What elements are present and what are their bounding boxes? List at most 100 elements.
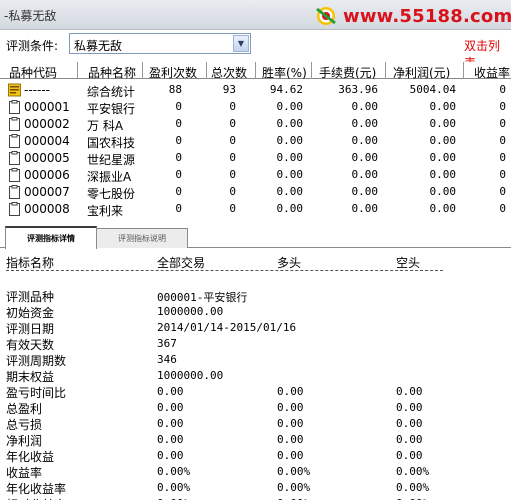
row-wins: 0	[175, 134, 182, 147]
report-label: 评测日期	[6, 322, 55, 336]
report-metric-long: 0.00%	[277, 465, 311, 478]
report-metric-short: 0.00	[396, 433, 423, 446]
col-rate[interactable]: 胜率(%)	[262, 64, 307, 81]
report-metric-long: 0.00	[277, 433, 304, 446]
row-fee: 0.00	[351, 168, 379, 181]
document-icon	[9, 134, 20, 148]
row-ret: 0	[499, 185, 506, 198]
row-wins: 0	[175, 168, 182, 181]
row-fee: 0.00	[351, 117, 379, 130]
row-ret: 0	[499, 117, 506, 130]
row-ret: 0	[499, 168, 506, 181]
col-fee[interactable]: 手续费(元)	[319, 64, 376, 81]
condition-label: 评测条件:	[6, 39, 59, 53]
row-rate: 0.00	[276, 117, 304, 130]
row-code: 000001	[24, 100, 70, 114]
col-code[interactable]: 品种代码	[9, 64, 57, 81]
row-total: 0	[229, 134, 236, 147]
report-metric-label: 相对收益率	[6, 496, 66, 500]
title-bar: -私募无敌 www.55188.com	[0, 0, 511, 30]
table-row[interactable]: 000004 国农科技 0 0 0.00 0.00 0.00 0	[0, 132, 511, 150]
condition-selected: 私募无敌	[74, 39, 123, 53]
report-metric-all: 0.00	[157, 385, 184, 398]
row-profit: 0.00	[429, 117, 457, 130]
document-icon	[9, 100, 20, 114]
report-metric-long: 0.00	[277, 385, 304, 398]
row-profit: 0.00	[429, 185, 457, 198]
row-code: 000002	[24, 117, 70, 131]
col-wins[interactable]: 盈利次数	[149, 64, 197, 81]
col-return[interactable]: 收益率	[474, 64, 510, 81]
row-fee: 0.00	[351, 134, 379, 147]
condition-bar: 评测条件: 私募无敌 ▼ 双击列表	[0, 30, 511, 70]
row-fee: 0.00	[351, 202, 379, 215]
row-ret: 0	[499, 151, 506, 164]
row-ret: 0	[499, 202, 506, 215]
report-value: 367	[157, 337, 177, 350]
report-metric-all: 0.00%	[157, 481, 191, 494]
report-value: 346	[157, 353, 177, 366]
report-metric-long: 0.00%	[277, 481, 311, 494]
table-row[interactable]: 000006 深振业A 0 0 0.00 0.00 0.00 0	[0, 166, 511, 184]
col-name[interactable]: 品种名称	[88, 64, 136, 81]
row-wins: 0	[175, 185, 182, 198]
table-row[interactable]: ------ 综合统计 88 93 94.62 363.96 5004.04 0	[0, 81, 511, 99]
report-metric-long: 0.00	[277, 449, 304, 462]
row-code: 000005	[24, 151, 70, 165]
row-profit: 5004.04	[409, 83, 456, 96]
table-row[interactable]: 000008 宝利来 0 0 0.00 0.00 0.00 0	[0, 200, 511, 218]
report-metric-label: 总亏损	[6, 418, 43, 432]
report-metric-short: 0.00	[396, 417, 423, 430]
row-profit: 0.00	[429, 134, 457, 147]
row-ret: 0	[499, 134, 506, 147]
tab-metric-explain[interactable]: 评测指标说明	[96, 228, 188, 248]
logo-icon	[316, 7, 336, 25]
condition-select[interactable]: 私募无敌 ▼	[69, 33, 251, 54]
row-fee: 363.96	[338, 83, 378, 96]
row-rate: 0.00	[276, 100, 304, 113]
row-total: 0	[229, 202, 236, 215]
report-value: 1000000.00	[157, 369, 224, 382]
col-profit[interactable]: 净利润(元)	[393, 64, 450, 81]
table-row[interactable]: 000007 零七股份 0 0 0.00 0.00 0.00 0	[0, 183, 511, 201]
report-value: 000001-平安银行	[157, 291, 248, 304]
table-row[interactable]: 000005 世纪星源 0 0 0.00 0.00 0.00 0	[0, 149, 511, 167]
report-metric-label: 净利润	[6, 434, 43, 448]
col-total[interactable]: 总次数	[211, 64, 247, 81]
table-row[interactable]: 000002 万 科A 0 0 0.00 0.00 0.00 0	[0, 115, 511, 133]
row-rate: 0.00	[276, 134, 304, 147]
report-col-name: 指标名称	[6, 256, 55, 270]
document-icon	[9, 168, 20, 182]
report-metric-label: 盈亏时间比	[6, 386, 67, 400]
row-total: 0	[229, 151, 236, 164]
table-header: 品种代码 品种名称 盈利次数 总次数 胜率(%) 手续费(元) 净利润(元) 收…	[0, 62, 511, 81]
report-metric-all: 0.00	[157, 433, 184, 446]
report-col-long: 多头	[277, 256, 302, 270]
report-metric-label: 收益率	[6, 466, 43, 480]
report-separator	[6, 270, 443, 271]
result-table: 品种代码 品种名称 盈利次数 总次数 胜率(%) 手续费(元) 净利润(元) 收…	[0, 62, 511, 218]
report-metric-all: 0.00	[157, 449, 184, 462]
tab-metric-details[interactable]: 评测指标详情	[5, 226, 97, 249]
row-rate: 94.62	[269, 83, 303, 96]
report-metric-short: 0.00	[396, 401, 423, 414]
row-total: 0	[229, 117, 236, 130]
row-code: ------	[24, 83, 50, 97]
row-rate: 0.00	[276, 168, 304, 181]
table-row[interactable]: 000001 平安银行 0 0 0.00 0.00 0.00 0	[0, 98, 511, 116]
brand-logo: www.55188.com	[314, 3, 511, 29]
row-fee: 0.00	[351, 185, 379, 198]
tab-bar: 评测指标详情 评测指标说明	[0, 226, 511, 249]
row-rate: 0.00	[276, 185, 304, 198]
report-metric-short: 0.00%	[396, 481, 430, 494]
row-ret: 0	[499, 83, 506, 96]
report-metric-all: 0.00	[157, 401, 184, 414]
row-total: 0	[229, 168, 236, 181]
chevron-down-icon[interactable]: ▼	[233, 35, 249, 52]
report-value: 2014/01/14-2015/01/16	[157, 321, 297, 334]
report-col-all: 全部交易	[157, 256, 206, 270]
report-label: 期末权益	[6, 370, 55, 384]
report-label: 评测周期数	[6, 354, 67, 368]
row-code: 000006	[24, 168, 70, 182]
tab-metric-explain-label: 评测指标说明	[118, 234, 166, 243]
